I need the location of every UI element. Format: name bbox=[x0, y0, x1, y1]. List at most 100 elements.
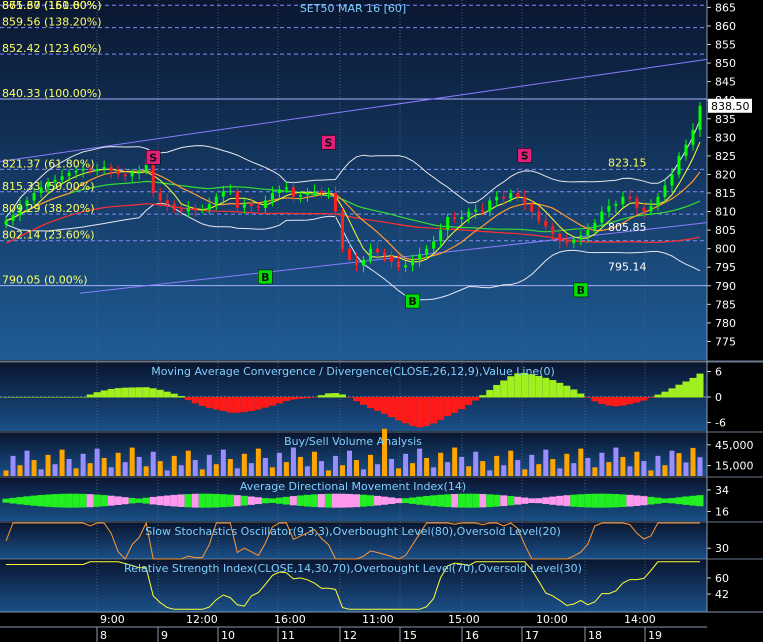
candle-body bbox=[691, 129, 695, 145]
indicator-tick-label: 42 bbox=[715, 588, 729, 601]
adx-band-segment bbox=[65, 493, 73, 508]
macd-histogram-bar bbox=[86, 394, 94, 398]
candle-body bbox=[593, 222, 597, 231]
macd-histogram-bar bbox=[296, 397, 304, 399]
candle-body bbox=[11, 215, 15, 221]
fib-level-label: 821.37 (61.80%) bbox=[2, 157, 95, 170]
macd-histogram-bar bbox=[409, 397, 417, 426]
volume-bar bbox=[424, 457, 430, 476]
volume-bar bbox=[283, 462, 289, 476]
macd-histogram-bar bbox=[254, 397, 262, 410]
candle-body bbox=[607, 205, 611, 212]
volume-bar bbox=[522, 469, 528, 476]
date-axis-label: 8 bbox=[100, 629, 107, 642]
volume-bar bbox=[585, 457, 591, 476]
volume-bar bbox=[276, 452, 282, 476]
adx-band-segment bbox=[353, 494, 361, 508]
volume-bar bbox=[171, 455, 177, 476]
candle-body bbox=[326, 192, 330, 194]
candle-body bbox=[621, 196, 625, 205]
volume-bar bbox=[389, 459, 395, 476]
macd-histogram-bar bbox=[374, 397, 382, 411]
macd-histogram-bar bbox=[668, 388, 676, 398]
signal-label: S bbox=[324, 136, 332, 149]
volume-bar bbox=[10, 455, 16, 476]
chart-window: 775 780 785 790 795 800 805 810 815 820 825 830 835 8… bbox=[0, 0, 763, 642]
price-tick-label: 865 bbox=[715, 1, 736, 14]
adx-band-segment bbox=[275, 497, 283, 504]
adx-band-segment bbox=[331, 493, 339, 508]
candle-body bbox=[439, 230, 443, 242]
macd-histogram-bar bbox=[233, 397, 241, 413]
volume-bar bbox=[73, 468, 79, 476]
adx-band-segment bbox=[86, 494, 94, 508]
macd-histogram-bar bbox=[58, 397, 66, 398]
macd-histogram-bar bbox=[458, 397, 466, 410]
adx-band-segment bbox=[44, 494, 52, 507]
macd-histogram-bar bbox=[289, 397, 297, 400]
macd-histogram-bar bbox=[282, 397, 290, 402]
adx-band-segment bbox=[345, 493, 353, 508]
macd-histogram-bar bbox=[444, 397, 452, 417]
adx-band-segment bbox=[23, 496, 31, 506]
volume-bar bbox=[346, 450, 352, 476]
date-axis-label: 9 bbox=[161, 629, 168, 642]
volume-bar bbox=[269, 467, 275, 476]
volume-bar bbox=[136, 456, 142, 476]
macd-histogram-bar bbox=[240, 397, 248, 413]
candle-body bbox=[221, 191, 225, 197]
macd-histogram-bar bbox=[247, 397, 255, 412]
price-tick-label: 825 bbox=[715, 150, 736, 163]
indicator-tick-label: 45,000 bbox=[715, 439, 754, 452]
macd-histogram-bar bbox=[310, 397, 318, 398]
volume-bar bbox=[396, 468, 402, 476]
volume-bar bbox=[599, 452, 605, 476]
candle-body bbox=[74, 170, 78, 173]
adx-band-segment bbox=[640, 496, 648, 506]
adx-band-segment bbox=[472, 493, 480, 508]
volume-bar bbox=[361, 469, 367, 476]
time-axis-label: 16:00 bbox=[274, 613, 306, 626]
adx-band-segment bbox=[324, 493, 332, 508]
candle-body bbox=[242, 204, 246, 208]
candle-body bbox=[319, 191, 323, 193]
candle-body bbox=[235, 191, 239, 208]
adx-band-segment bbox=[584, 493, 592, 508]
volume-bar bbox=[304, 466, 310, 476]
adx-band-segment bbox=[338, 493, 346, 508]
adx-band-segment bbox=[149, 496, 157, 505]
candle-body bbox=[460, 217, 464, 219]
adx-band-segment bbox=[226, 494, 234, 507]
volume-bar bbox=[431, 467, 437, 476]
macd-histogram-bar bbox=[205, 397, 213, 408]
adx-band-segment bbox=[542, 497, 550, 505]
macd-histogram-bar bbox=[324, 393, 332, 398]
candle-body bbox=[586, 230, 590, 236]
macd-histogram-bar bbox=[640, 397, 648, 401]
candle-body bbox=[249, 204, 253, 206]
fib-level-label: 859.56 (138.20%) bbox=[2, 16, 102, 29]
macd-histogram-bar bbox=[135, 387, 143, 398]
date-axis-label: 19 bbox=[648, 629, 662, 642]
adx-band-segment bbox=[444, 494, 452, 508]
candle-body bbox=[333, 192, 337, 212]
macd-histogram-bar bbox=[93, 392, 101, 398]
candle-body bbox=[376, 248, 380, 253]
volume-bar bbox=[339, 465, 345, 476]
last-price-label: 838.50 bbox=[711, 100, 750, 113]
time-axis-label: 10:00 bbox=[536, 613, 568, 626]
macd-histogram-bar bbox=[367, 397, 375, 409]
volume-bar bbox=[557, 468, 563, 476]
macd-histogram-bar bbox=[416, 397, 424, 428]
volume-bar bbox=[606, 462, 612, 476]
volume-bar bbox=[697, 457, 703, 476]
price-annotation: 823.15 bbox=[608, 157, 647, 170]
macd-histogram-bar bbox=[156, 389, 164, 398]
candle-body bbox=[291, 187, 295, 197]
adx-band-segment bbox=[619, 494, 627, 508]
price-tick-label: 855 bbox=[715, 39, 736, 52]
macd-histogram-bar bbox=[149, 388, 157, 398]
volume-bar bbox=[66, 459, 72, 476]
volume-bar bbox=[627, 466, 633, 476]
adx-band-segment bbox=[535, 498, 543, 504]
